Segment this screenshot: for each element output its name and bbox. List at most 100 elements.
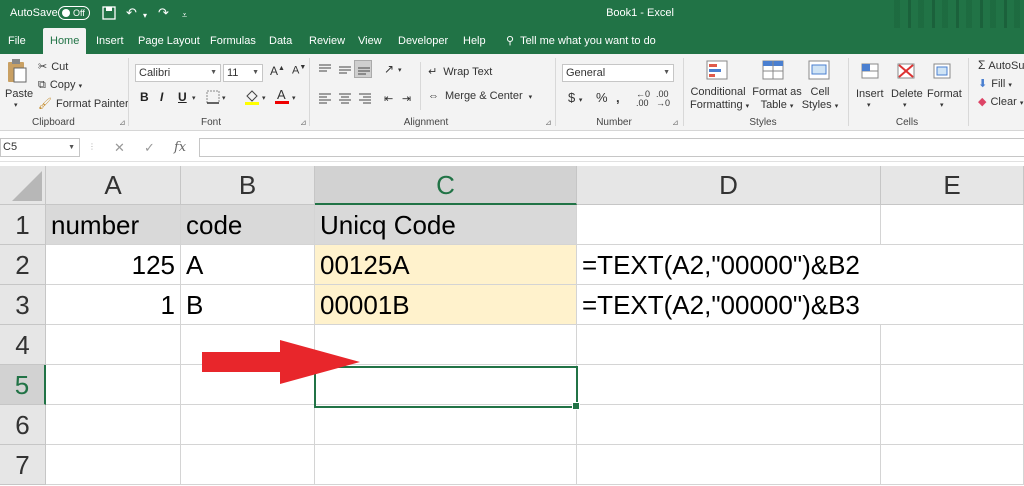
cell-c6[interactable] bbox=[315, 405, 577, 445]
cell-d6[interactable] bbox=[577, 405, 881, 445]
cell-b2[interactable]: A bbox=[181, 245, 315, 285]
delete-cells-icon[interactable] bbox=[896, 60, 918, 85]
cell-styles-button[interactable]: Cell Styles ▾ bbox=[800, 86, 840, 113]
cell-b6[interactable] bbox=[181, 405, 315, 445]
cell-d5[interactable] bbox=[577, 365, 881, 405]
insert-dropdown-icon[interactable]: ▾ bbox=[867, 101, 871, 109]
font-size-select[interactable]: 11 ▼ bbox=[223, 64, 263, 82]
undo-icon[interactable]: ↶ bbox=[126, 6, 137, 20]
insert-button[interactable]: Insert bbox=[856, 88, 884, 100]
autosave-toggle[interactable]: Off bbox=[58, 6, 90, 20]
cell-c2[interactable]: 00125A bbox=[315, 245, 577, 285]
conditional-formatting-icon[interactable] bbox=[706, 60, 730, 85]
wrap-text-button[interactable]: ↵ Wrap Text bbox=[428, 65, 492, 78]
cell-a7[interactable] bbox=[46, 445, 181, 485]
format-button[interactable]: Format bbox=[927, 88, 962, 100]
format-painter-button[interactable]: 🖌 Format Painter bbox=[38, 97, 129, 110]
column-header-c[interactable]: C bbox=[315, 166, 577, 205]
underline-button[interactable]: U bbox=[178, 90, 187, 104]
cell-e3[interactable] bbox=[881, 285, 1024, 325]
cell-d7[interactable] bbox=[577, 445, 881, 485]
tab-help[interactable]: Help bbox=[463, 28, 486, 54]
tell-me-box[interactable]: ⚲ Tell me what you want to do bbox=[506, 28, 656, 54]
format-as-table-icon[interactable] bbox=[762, 60, 786, 85]
cell-e1[interactable] bbox=[881, 205, 1024, 245]
row-header-6[interactable]: 6 bbox=[0, 405, 46, 445]
insert-function-icon[interactable]: fx bbox=[174, 140, 186, 155]
cell-styles-icon[interactable] bbox=[808, 60, 832, 85]
cell-d1[interactable] bbox=[577, 205, 881, 245]
delete-dropdown-icon[interactable]: ▾ bbox=[903, 101, 907, 109]
cell-d4[interactable] bbox=[577, 325, 881, 365]
cell-a5[interactable] bbox=[46, 365, 181, 405]
merge-center-button[interactable]: ⇔ Merge & Center ▾ bbox=[428, 90, 532, 102]
cell-e4[interactable] bbox=[881, 325, 1024, 365]
cell-a1[interactable]: number bbox=[46, 205, 181, 245]
column-header-a[interactable]: A bbox=[46, 166, 181, 205]
orientation-dropdown-icon[interactable]: ▾ bbox=[398, 66, 402, 74]
tab-developer[interactable]: Developer bbox=[398, 28, 448, 54]
align-right-icon[interactable] bbox=[358, 92, 372, 107]
name-box[interactable]: C5 ▼ bbox=[0, 138, 80, 157]
row-header-1[interactable]: 1 bbox=[0, 205, 46, 245]
row-header-7[interactable]: 7 bbox=[0, 445, 46, 485]
format-dropdown-icon[interactable]: ▾ bbox=[940, 101, 944, 109]
paste-icon[interactable] bbox=[6, 58, 28, 89]
paste-dropdown-icon[interactable]: ▾ bbox=[14, 101, 18, 109]
resize-handle-icon[interactable]: ⋮ bbox=[88, 142, 96, 151]
increase-indent-icon[interactable]: ⇥ bbox=[402, 92, 411, 105]
font-name-select[interactable]: Calibri ▼ bbox=[135, 64, 221, 82]
row-header-3[interactable]: 3 bbox=[0, 285, 46, 325]
cell-b3[interactable]: B bbox=[181, 285, 315, 325]
comma-style-icon[interactable]: , bbox=[616, 90, 620, 105]
tab-formulas[interactable]: Formulas bbox=[210, 28, 256, 54]
currency-button[interactable]: $ ▾ bbox=[568, 90, 582, 105]
number-launcher-icon[interactable]: ⊿ bbox=[672, 118, 679, 127]
cell-a3[interactable]: 1 bbox=[46, 285, 181, 325]
borders-dropdown-icon[interactable]: ▾ bbox=[222, 94, 226, 102]
increase-decimal-icon[interactable]: ←0.00 bbox=[636, 90, 650, 108]
column-header-d[interactable]: D bbox=[577, 166, 881, 205]
decrease-font-icon[interactable]: A▼ bbox=[292, 64, 306, 77]
font-launcher-icon[interactable]: ⊿ bbox=[300, 118, 307, 127]
tab-view[interactable]: View bbox=[358, 28, 382, 54]
bold-button[interactable]: B bbox=[140, 90, 149, 104]
cell-a6[interactable] bbox=[46, 405, 181, 445]
font-color-dropdown-icon[interactable]: ▾ bbox=[292, 94, 296, 102]
cell-e6[interactable] bbox=[881, 405, 1024, 445]
formula-input[interactable] bbox=[199, 138, 1024, 157]
increase-font-icon[interactable]: A▲ bbox=[270, 64, 285, 78]
fill-color-icon[interactable] bbox=[244, 88, 260, 109]
select-all-button[interactable] bbox=[0, 166, 46, 205]
underline-dropdown-icon[interactable]: ▾ bbox=[192, 94, 196, 102]
redo-icon[interactable]: ↷ bbox=[158, 6, 169, 20]
copy-button[interactable]: ⧉ Copy ▾ bbox=[38, 79, 82, 92]
column-header-e[interactable]: E bbox=[881, 166, 1024, 205]
cell-c7[interactable] bbox=[315, 445, 577, 485]
tab-insert[interactable]: Insert bbox=[96, 28, 124, 54]
tab-data[interactable]: Data bbox=[269, 28, 292, 54]
format-as-table-button[interactable]: Format as Table ▾ bbox=[752, 86, 802, 113]
align-middle-icon[interactable] bbox=[338, 64, 352, 79]
percent-button[interactable]: % bbox=[596, 90, 608, 105]
tab-home[interactable]: Home bbox=[43, 28, 87, 54]
align-top-icon[interactable] bbox=[318, 64, 332, 79]
cell-d3[interactable]: =TEXT(A2,"00000")&B3 bbox=[577, 285, 881, 325]
undo-dropdown-icon[interactable]: ▾ bbox=[143, 9, 147, 23]
tab-page-layout[interactable]: Page Layout bbox=[138, 28, 200, 54]
fill-color-dropdown-icon[interactable]: ▾ bbox=[262, 94, 266, 102]
tab-file[interactable]: File bbox=[8, 28, 26, 54]
decrease-indent-icon[interactable]: ⇤ bbox=[384, 92, 393, 105]
font-color-icon[interactable]: A bbox=[274, 86, 290, 109]
cell-c1[interactable]: Unicq Code bbox=[315, 205, 577, 245]
align-left-icon[interactable] bbox=[318, 92, 332, 107]
cell-c3[interactable]: 00001B bbox=[315, 285, 577, 325]
format-cells-icon[interactable] bbox=[932, 60, 954, 85]
orientation-icon[interactable]: ↗ bbox=[384, 62, 394, 76]
cell-d2[interactable]: =TEXT(A2,"00000")&B2 bbox=[577, 245, 881, 285]
customize-qat-icon[interactable]: ⩡ bbox=[182, 8, 187, 22]
tab-review[interactable]: Review bbox=[309, 28, 345, 54]
cell-b1[interactable]: code bbox=[181, 205, 315, 245]
column-header-b[interactable]: B bbox=[181, 166, 315, 205]
clipboard-launcher-icon[interactable]: ⊿ bbox=[119, 118, 126, 127]
